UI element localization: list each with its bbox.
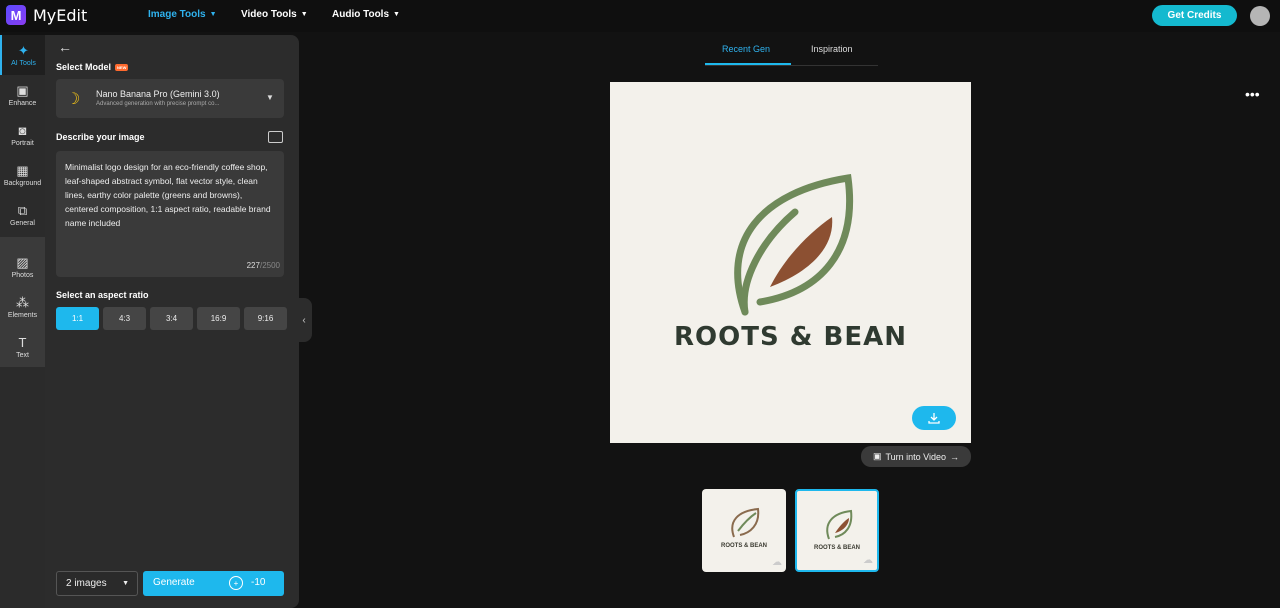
aspect-ratio-heading: Select an aspect ratio bbox=[56, 290, 149, 300]
rail-item-portrait[interactable]: ◙ Portrait bbox=[0, 115, 45, 155]
enhance-icon: ▣ bbox=[16, 82, 29, 98]
download-icon bbox=[928, 413, 940, 424]
tab-underline bbox=[705, 63, 791, 65]
rail-item-text[interactable]: T Text bbox=[0, 327, 45, 367]
arrow-right-icon: → bbox=[950, 451, 960, 462]
model-description: Advanced generation with precise prompt … bbox=[96, 101, 220, 107]
rail-item-background[interactable]: ▦ Background bbox=[0, 155, 45, 195]
top-bar: M MyEdit Image Tools ▼ Video Tools ▼ Audio… bbox=[0, 0, 1280, 32]
text-icon: T bbox=[18, 334, 27, 350]
leaf-logo-icon bbox=[826, 509, 853, 540]
logo-mark-icon: M bbox=[6, 5, 26, 25]
image-reference-icon[interactable] bbox=[268, 131, 283, 143]
ratio-9-16-button[interactable]: 9:16 bbox=[244, 307, 287, 330]
rail-item-elements[interactable]: ⁂ Elements bbox=[0, 287, 45, 327]
aspect-ratio-group: 1:1 4:3 3:4 16:9 9:16 bbox=[56, 307, 287, 330]
select-model-heading: Select Model NEW bbox=[56, 62, 129, 72]
chevron-down-icon: ▼ bbox=[393, 11, 400, 18]
get-credits-button[interactable]: Get Credits bbox=[1152, 5, 1237, 26]
portrait-icon: ◙ bbox=[18, 122, 27, 138]
more-options-icon[interactable]: ••• bbox=[1245, 86, 1260, 102]
nav-audio-tools[interactable]: Audio Tools ▼ bbox=[332, 9, 400, 20]
background-icon: ▦ bbox=[16, 162, 29, 178]
cloud-icon: ☁ bbox=[772, 557, 782, 568]
tab-recent-gen[interactable]: Recent Gen bbox=[722, 44, 770, 54]
thumbnail-2[interactable]: ROOTS & BEAN ☁ bbox=[795, 489, 879, 572]
turn-into-video-button[interactable]: ▣ Turn into Video → bbox=[861, 446, 971, 467]
video-icon: ▣ bbox=[872, 451, 882, 461]
char-counter: 227/2500 bbox=[246, 261, 280, 270]
cloud-icon: ☁ bbox=[863, 555, 873, 566]
rail-item-ai-tools[interactable]: ✦ AI Tools bbox=[0, 35, 45, 75]
ratio-1-1-button[interactable]: 1:1 bbox=[56, 307, 99, 330]
app-name: MyEdit bbox=[33, 5, 88, 25]
model-select[interactable]: ☽ Nano Banana Pro (Gemini 3.0) Advanced … bbox=[56, 79, 284, 118]
photos-icon: ▨ bbox=[16, 254, 29, 270]
tool-rail: ✦ AI Tools ▣ Enhance ◙ Portrait ▦ Background… bbox=[0, 35, 45, 608]
download-button[interactable] bbox=[912, 406, 956, 430]
nav-image-tools[interactable]: Image Tools ▼ bbox=[148, 9, 217, 20]
chevron-down-icon: ▼ bbox=[266, 93, 274, 102]
model-name: Nano Banana Pro (Gemini 3.0) bbox=[96, 89, 220, 99]
chevron-down-icon: ▼ bbox=[300, 11, 308, 18]
general-icon: ⧉ bbox=[17, 202, 28, 218]
rail-item-enhance[interactable]: ▣ Enhance bbox=[0, 75, 45, 115]
ratio-3-4-button[interactable]: 3:4 bbox=[150, 307, 193, 330]
leaf-logo-icon bbox=[734, 173, 853, 316]
generated-image: ROOTS & BEAN bbox=[610, 82, 971, 443]
magic-wand-icon: ✦ bbox=[18, 42, 29, 58]
ratio-4-3-button[interactable]: 4:3 bbox=[103, 307, 146, 330]
result-tabs: Recent Gen Inspiration bbox=[705, 40, 878, 66]
collapse-panel-button[interactable]: ‹ bbox=[296, 298, 312, 342]
chevron-down-icon: ▼ bbox=[122, 580, 129, 587]
rail-item-photos[interactable]: ▨ Photos bbox=[0, 247, 45, 287]
app-logo[interactable]: M MyEdit bbox=[6, 5, 87, 25]
elements-icon: ⁂ bbox=[16, 294, 29, 310]
ratio-16-9-button[interactable]: 16:9 bbox=[197, 307, 240, 330]
prompt-textarea[interactable]: Minimalist logo design for an eco-friend… bbox=[56, 151, 284, 277]
thumbnail-1[interactable]: ROOTS & BEAN ☁ bbox=[702, 489, 786, 572]
new-badge: NEW bbox=[115, 64, 129, 72]
describe-heading: Describe your image bbox=[56, 132, 145, 142]
tab-inspiration[interactable]: Inspiration bbox=[811, 44, 853, 54]
banana-icon: ☽ bbox=[66, 91, 81, 108]
chevron-down-icon: ▼ bbox=[209, 11, 217, 18]
generate-button[interactable]: Generate + -10 bbox=[143, 571, 284, 596]
leaf-logo-icon bbox=[731, 507, 760, 538]
rail-item-general[interactable]: ⧉ General bbox=[0, 195, 45, 235]
image-count-select[interactable]: 2 images ▼ bbox=[56, 571, 138, 596]
credit-icon: + bbox=[229, 576, 243, 590]
back-arrow-icon[interactable]: ← bbox=[58, 39, 72, 55]
generation-panel: ← Select Model NEW ☽ Nano Banana Pro (Gem… bbox=[45, 35, 299, 608]
avatar[interactable] bbox=[1250, 6, 1270, 26]
brand-name: ROOTS & BEAN bbox=[674, 322, 907, 352]
nav-video-tools[interactable]: Video Tools ▼ bbox=[241, 9, 308, 20]
